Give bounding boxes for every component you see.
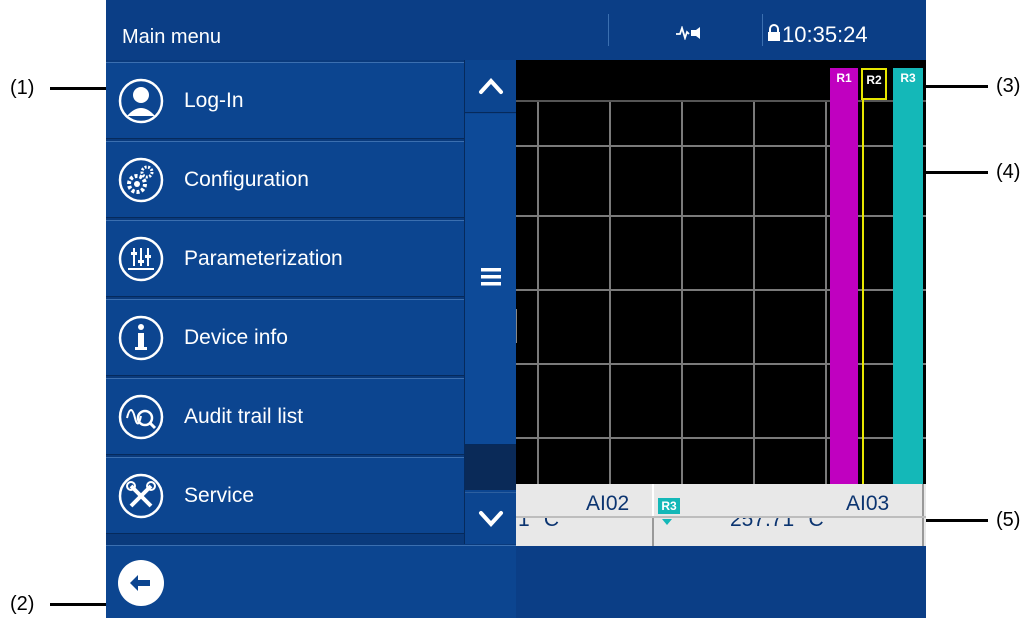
channel-value-panel[interactable]: AI02 AI03 R3 1 °C 257.71 °C (516, 484, 926, 546)
channel-tag-r2: R2 (861, 68, 887, 100)
scroll-down-button[interactable] (465, 492, 517, 545)
menu-footer (106, 545, 516, 618)
channel-tag-label: R2 (866, 73, 882, 87)
callout-2: (2) (10, 593, 35, 615)
drag-handle-icon (481, 268, 501, 286)
scroll-thumb[interactable] (465, 114, 517, 445)
callout-1: (1) (10, 77, 35, 99)
user-icon (118, 78, 164, 124)
channel-tag-r3: R3 (893, 68, 923, 100)
menu-item-label: Parameterization (184, 247, 343, 270)
triangle-down-icon (662, 519, 672, 525)
menu-item-label: Log-In (184, 89, 244, 112)
value-left: 1 °C (518, 518, 560, 530)
status-separator (762, 14, 763, 46)
menu-item-service[interactable]: Service (106, 457, 464, 534)
audit-trail-icon (118, 394, 164, 440)
menu-item-device-info[interactable]: Device info (106, 299, 464, 376)
main-menu-panel: Main menu Log-In Configuration Parameter… (106, 0, 517, 618)
menu-item-label: Audit trail list (184, 405, 304, 428)
scroll-track[interactable] (465, 445, 517, 490)
back-icon[interactable] (116, 558, 166, 608)
value-clip-left: 1 °C (516, 518, 636, 530)
channel-name-right: AI03 (846, 492, 890, 515)
trend-chart (516, 60, 926, 484)
lock-icon (768, 24, 780, 41)
status-bar: 10:35:24 (516, 0, 926, 60)
device-screen: Main menu Log-In Configuration Parameter… (106, 0, 926, 618)
channel-tag-r1: R1 (830, 68, 858, 100)
channel-badge: R3 (658, 498, 680, 514)
menu-item-label: Device info (184, 326, 288, 349)
gears-icon (118, 157, 164, 203)
status-separator (608, 14, 609, 46)
tools-icon (118, 473, 164, 519)
menu-item-label: Service (184, 484, 255, 507)
menu-item-configuration[interactable]: Configuration (106, 141, 464, 218)
chevron-down-icon (479, 511, 503, 527)
menu-item-parameterization[interactable]: Parameterization (106, 220, 464, 297)
value-right: 257.71 °C (730, 518, 824, 530)
menu-item-audit-trail-list[interactable]: Audit trail list (106, 378, 464, 455)
callout-5: (5) (996, 509, 1021, 531)
status-footer (516, 546, 926, 618)
menu-item-label: Configuration (184, 168, 309, 191)
menu-scrollbar[interactable] (464, 60, 517, 544)
value-divider (922, 484, 924, 546)
scroll-up-button[interactable] (465, 60, 517, 113)
signal-icon (676, 26, 700, 40)
menu-item-log-in[interactable]: Log-In (106, 62, 464, 139)
value-clip-right: 257.71 °C (716, 518, 856, 530)
callout-1-line (50, 87, 110, 90)
info-icon (118, 315, 164, 361)
sliders-icon (118, 236, 164, 282)
chevron-up-icon (479, 78, 503, 94)
callout-3: (3) (996, 75, 1021, 97)
value-divider (652, 484, 654, 518)
channel-tag-label: R1 (836, 71, 852, 85)
callout-2-line (50, 603, 110, 606)
callout-4: (4) (996, 161, 1021, 183)
channel-tag-label: R3 (900, 71, 916, 85)
status-time: 10:35:24 (782, 22, 868, 47)
trend-view: 10:35:24 R1 R2 R3 AI02 AI03 R3 1 °C 257.… (516, 0, 926, 618)
menu-title: Main menu (106, 0, 516, 60)
value-divider (652, 518, 654, 546)
channel-name-left: AI02 (586, 492, 630, 515)
